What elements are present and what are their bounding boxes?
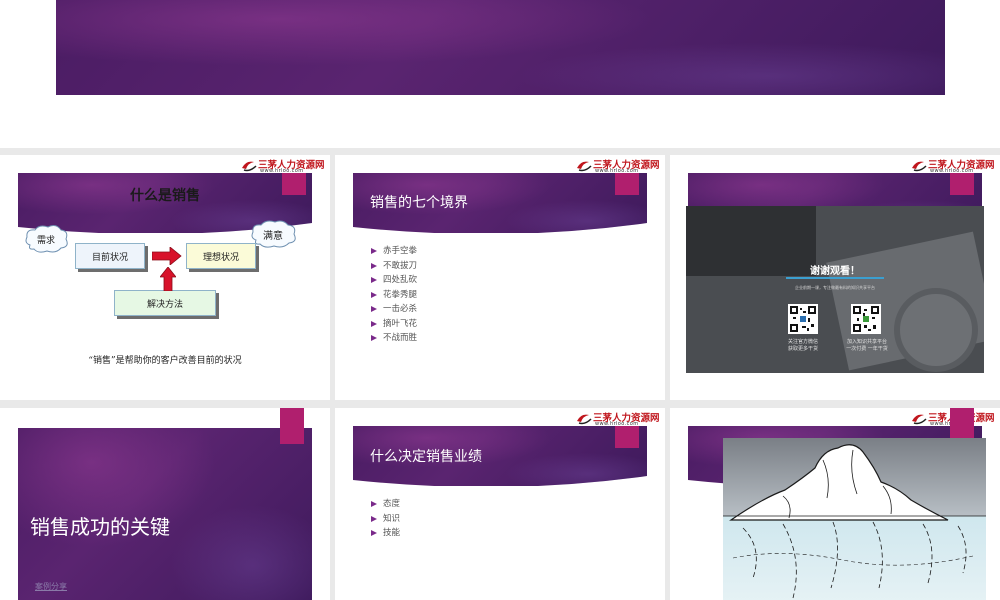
qr-code-platform (851, 304, 881, 334)
slide-caption: “销售”是帮助你的客户改善目前的状况 (88, 356, 242, 366)
logo-swirl-icon (242, 161, 257, 172)
box-current-state: 目前状况 (75, 243, 145, 269)
slide-keys-to-success[interactable]: 销售成功的关键 案例分享 (0, 408, 330, 600)
logo-swirl-icon (912, 414, 927, 425)
arrow-up-icon (160, 267, 176, 291)
list-item: 不敢拔刀 (371, 259, 417, 274)
slide-iceberg[interactable]: 三茅人力资源网 www.hrloo.com (670, 408, 1000, 600)
banner-tab (615, 426, 639, 448)
box-ideal-state: 理想状况 (186, 243, 256, 269)
logo-swirl-icon (577, 161, 592, 172)
bullet-list: 态度 知识 技能 (371, 497, 400, 541)
slide-title: 什么决定销售业绩 (370, 449, 482, 465)
qr-code-icon (853, 306, 879, 332)
list-item: 态度 (371, 497, 400, 512)
banner-tab (615, 173, 639, 195)
list-item: 技能 (371, 526, 400, 541)
box-solution: 解决方法 (114, 290, 216, 316)
banner-tab (950, 173, 974, 195)
list-item: 不战而胜 (371, 331, 417, 346)
slide-seven-levels[interactable]: 三茅人力资源网 www.hrloo.com 销售的七个境界 赤手空拳 不敢拔刀 … (335, 155, 665, 400)
logo-swirl-icon (577, 414, 592, 425)
list-item: 摘叶飞花 (371, 317, 417, 332)
iceberg-icon (723, 438, 986, 600)
bullet-list: 赤手空拳 不敢拔刀 四处乱砍 花拳秀腿 一击必杀 摘叶飞花 不战而胜 (371, 244, 417, 346)
qr-code-wechat (788, 304, 818, 334)
cloud-need: 需求 (22, 223, 70, 255)
thanks-title: 谢谢观看！ (810, 266, 860, 277)
slide-title: 销售成功的关键 (30, 515, 170, 539)
logo-swirl-icon (912, 161, 927, 172)
slide-sales-performance[interactable]: 三茅人力资源网 www.hrloo.com 什么决定销售业绩 态度 知识 技能 (335, 408, 665, 600)
list-item: 一击必杀 (371, 302, 417, 317)
top-slide-thumbnail[interactable] (56, 0, 945, 95)
arrow-right-icon (152, 247, 182, 265)
banner-tab (280, 408, 304, 444)
list-item: 知识 (371, 512, 400, 527)
title-underline (786, 277, 884, 279)
slide-title: 什么是销售 (130, 188, 200, 204)
slide-title: 销售的七个境界 (370, 195, 468, 211)
slide-what-is-sales[interactable]: 三茅人力资源网 www.hrloo.com 什么是销售 需求 满意 目前状况 理… (0, 155, 330, 400)
thank-you-image: 谢谢观看！ 企业前期一课，专注做最有料的知识共享平台 关注官方微信 获取更多干货… (686, 206, 984, 373)
thanks-subtitle: 企业前期一课，专注做最有料的知识共享平台 (795, 285, 875, 290)
list-item: 四处乱砍 (371, 273, 417, 288)
coffee-cup-shape (894, 288, 978, 372)
banner-tab (950, 408, 974, 438)
case-study-link[interactable]: 案例分享 (35, 581, 67, 592)
qr-left-caption: 关注官方微信 获取更多干货 (787, 339, 818, 352)
qr-right-caption: 加入知识共享平台 一次付费 一年干货 (846, 339, 888, 352)
list-item: 赤手空拳 (371, 244, 417, 259)
slide-thank-you[interactable]: 三茅人力资源网 www.hrloo.com 谢谢观看！ 企业前期一课，专注做最有… (670, 155, 1000, 400)
qr-code-icon (790, 306, 816, 332)
list-item: 花拳秀腿 (371, 288, 417, 303)
iceberg-illustration (723, 438, 986, 600)
